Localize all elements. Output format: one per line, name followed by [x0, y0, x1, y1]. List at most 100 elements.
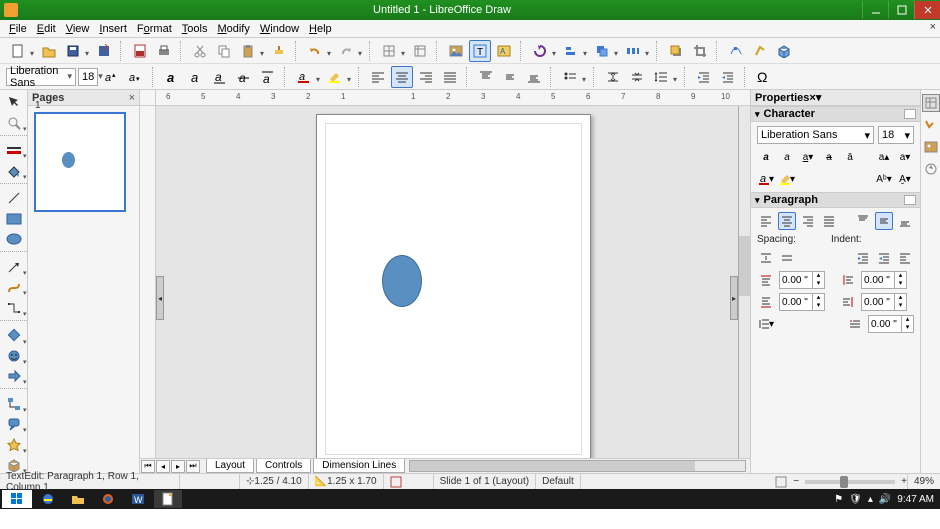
character-more-button[interactable]: [904, 109, 916, 119]
prop-font-size[interactable]: 18▾: [878, 126, 914, 144]
sidebar-tab-gallery[interactable]: [922, 138, 940, 156]
tab-layout[interactable]: Layout: [206, 459, 254, 473]
prop-incfont[interactable]: a▴: [875, 148, 893, 166]
ellipse-shape[interactable]: [382, 255, 422, 307]
special-character-button[interactable]: Ω: [753, 66, 775, 88]
prop-font-name[interactable]: Liberation Sans▾: [757, 126, 874, 144]
dec-para-spacing[interactable]: [778, 249, 796, 267]
underline-button[interactable]: a: [209, 66, 231, 88]
horizontal-ruler[interactable]: 654321 1234567891011: [140, 90, 750, 106]
strikethrough-button[interactable]: a: [233, 66, 255, 88]
prop-underline[interactable]: a▾: [799, 148, 817, 166]
ellipse-tool[interactable]: [3, 231, 25, 247]
flowchart-tool[interactable]: ▾: [3, 396, 25, 412]
collapse-pages-handle[interactable]: ◂: [156, 276, 164, 320]
prop-valign-top[interactable]: [854, 212, 872, 230]
prop-italic[interactable]: a: [778, 148, 796, 166]
start-button[interactable]: [2, 490, 32, 508]
zoom-tool[interactable]: ▾: [3, 114, 25, 130]
prop-align-right[interactable]: [799, 212, 817, 230]
justify-button[interactable]: [439, 66, 461, 88]
arrange-button[interactable]: ▾: [591, 40, 613, 62]
symbol-shapes-tool[interactable]: ▾: [3, 348, 25, 364]
inc-indent[interactable]: [854, 249, 872, 267]
taskbar-explorer[interactable]: [64, 490, 92, 508]
overline-button[interactable]: a: [257, 66, 279, 88]
line-color-tool[interactable]: ▾: [3, 142, 25, 158]
curves-tool[interactable]: ▾: [3, 279, 25, 295]
properties-menu[interactable]: ▾: [816, 91, 822, 104]
align-objects-button[interactable]: ▾: [560, 40, 582, 62]
bullets-button[interactable]: ▾: [559, 66, 581, 88]
redo-button[interactable]: ▾: [335, 40, 357, 62]
valign-top-button[interactable]: [475, 66, 497, 88]
menu-format[interactable]: Format: [132, 22, 177, 36]
insert-fontwork-button[interactable]: A: [493, 40, 515, 62]
prop-justify[interactable]: [820, 212, 838, 230]
page[interactable]: [316, 114, 591, 458]
vertical-ruler[interactable]: [140, 106, 156, 458]
maximize-button[interactable]: [888, 1, 914, 19]
first-page-button[interactable]: ⏮: [141, 460, 155, 473]
callouts-tool[interactable]: ▾: [3, 416, 25, 432]
new-button[interactable]: ▾: [7, 40, 29, 62]
prop-valign-bot[interactable]: [896, 212, 914, 230]
copy-button[interactable]: [213, 40, 235, 62]
valign-bottom-button[interactable]: [523, 66, 545, 88]
tray-shield-icon[interactable]: 🛡: [849, 494, 862, 505]
section-paragraph[interactable]: ▾Paragraph: [751, 192, 920, 208]
below-spacing-input[interactable]: 0.00 "▴▾: [779, 293, 825, 311]
prop-bold[interactable]: a: [757, 148, 775, 166]
last-page-button[interactable]: ⏭: [186, 460, 200, 473]
prop-valign-mid[interactable]: [875, 212, 893, 230]
sidebar-tab-properties[interactable]: [922, 94, 940, 112]
prop-overline[interactable]: ā: [841, 148, 859, 166]
paste-button[interactable]: ▾: [237, 40, 259, 62]
horizontal-scrollbar[interactable]: [409, 460, 746, 472]
menu-window[interactable]: Window: [255, 22, 304, 36]
tab-controls[interactable]: Controls: [256, 459, 311, 473]
prop-spacing[interactable]: A͍▾: [896, 170, 914, 188]
save-button[interactable]: ▾: [62, 40, 84, 62]
next-page-button[interactable]: ▸: [171, 460, 185, 473]
cut-button[interactable]: [189, 40, 211, 62]
line-spacing-button[interactable]: ▾: [650, 66, 672, 88]
prop-align-center[interactable]: [778, 212, 796, 230]
font-color-button[interactable]: a▾: [293, 66, 315, 88]
3d-objects-tool[interactable]: ▾: [3, 457, 25, 473]
collapse-props-handle[interactable]: ▸: [730, 276, 738, 320]
section-character[interactable]: ▾Character: [751, 106, 920, 122]
zoom-fit-button[interactable]: [769, 474, 793, 489]
sidebar-tab-navigator[interactable]: [922, 160, 940, 178]
line-spacing-dropdown[interactable]: ▾: [757, 315, 775, 333]
dec-indent[interactable]: [875, 249, 893, 267]
transformations-button[interactable]: ▾: [529, 40, 551, 62]
decrease-font-button[interactable]: a▾: [125, 66, 147, 88]
increase-font-button[interactable]: a▴: [101, 66, 123, 88]
tab-dimension-lines[interactable]: Dimension Lines: [313, 459, 405, 473]
prop-highlight[interactable]: ▾: [778, 170, 796, 188]
distribute-button[interactable]: ▾: [622, 40, 644, 62]
align-right-button[interactable]: [415, 66, 437, 88]
undo-button[interactable]: ▾: [304, 40, 326, 62]
align-left-button[interactable]: [367, 66, 389, 88]
decrease-spacing-button[interactable]: [626, 66, 648, 88]
menu-view[interactable]: View: [61, 22, 95, 36]
sidebar-tab-shapes[interactable]: [922, 116, 940, 134]
menu-help[interactable]: Help: [304, 22, 337, 36]
lines-arrows-tool[interactable]: ▾: [3, 259, 25, 275]
after-indent-input[interactable]: 0.00 "▴▾: [861, 293, 907, 311]
zoom-percent[interactable]: 49%: [907, 474, 940, 489]
connectors-tool[interactable]: ▾: [3, 299, 25, 315]
shadow-button[interactable]: [665, 40, 687, 62]
first-line-indent-input[interactable]: 0.00 "▴▾: [868, 315, 914, 333]
open-button[interactable]: [38, 40, 60, 62]
inc-para-spacing[interactable]: [757, 249, 775, 267]
prop-decfont[interactable]: a▾: [896, 148, 914, 166]
crop-button[interactable]: [689, 40, 711, 62]
menu-tools[interactable]: Tools: [177, 22, 213, 36]
insert-textbox-button[interactable]: T: [469, 40, 491, 62]
before-indent-input[interactable]: 0.00 "▴▾: [861, 271, 907, 289]
document-close-button[interactable]: ×: [930, 21, 936, 33]
insert-image-button[interactable]: [445, 40, 467, 62]
